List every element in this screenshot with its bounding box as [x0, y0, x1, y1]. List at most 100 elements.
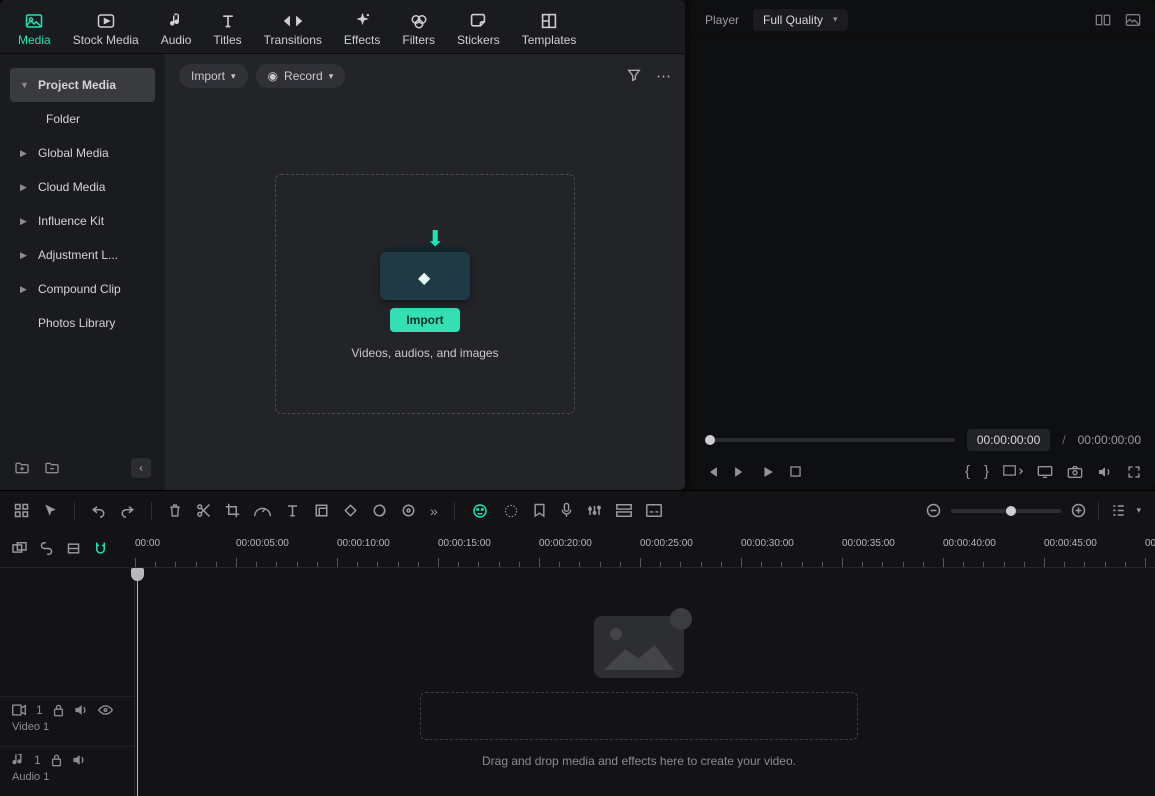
- audio-mixer-icon[interactable]: [587, 503, 602, 518]
- eye-icon[interactable]: [98, 704, 113, 716]
- import-dropzone[interactable]: ◆ ⬇ Import Videos, audios, and images: [275, 174, 575, 414]
- sidebar-item-label: Influence Kit: [38, 214, 104, 228]
- sidebar-item-compound-clip[interactable]: ▶Compound Clip: [10, 272, 155, 306]
- keyframe-icon[interactable]: [343, 503, 358, 518]
- step-back-icon[interactable]: [705, 465, 719, 479]
- nav-tab-transitions[interactable]: Transitions: [254, 6, 332, 53]
- nav-tab-templates[interactable]: Templates: [512, 6, 587, 53]
- sidebar-item-label: Adjustment L...: [38, 248, 118, 262]
- mark-in-icon[interactable]: {: [965, 463, 970, 480]
- crop-icon[interactable]: [225, 503, 240, 518]
- filter-icon[interactable]: [626, 67, 642, 85]
- timeline-view-icon[interactable]: [1111, 503, 1126, 518]
- sidebar-item-cloud-media[interactable]: ▶Cloud Media: [10, 170, 155, 204]
- import-button[interactable]: Import: [390, 308, 459, 332]
- nav-tab-stock-media[interactable]: Stock Media: [63, 6, 149, 53]
- volume-icon[interactable]: [1097, 465, 1113, 479]
- nav-tab-audio[interactable]: Audio: [151, 6, 202, 53]
- chevron-right-icon: ▶: [20, 216, 30, 227]
- mic-icon[interactable]: [560, 502, 573, 519]
- track-head-audio-1: 1 Audio 1: [0, 746, 134, 796]
- ruler-label: 00:00:35:00: [842, 538, 895, 549]
- record-label: Record: [284, 69, 323, 83]
- sidebar-item-folder[interactable]: Folder: [10, 102, 155, 136]
- nav-tab-filters[interactable]: Filters: [392, 6, 445, 53]
- remove-folder-icon[interactable]: [44, 460, 60, 476]
- picture-icon[interactable]: [1125, 13, 1141, 27]
- delete-icon[interactable]: [168, 503, 182, 518]
- track-number: 1: [36, 703, 43, 717]
- sidebar-item-global-media[interactable]: ▶Global Media: [10, 136, 155, 170]
- step-forward-icon[interactable]: [733, 465, 747, 479]
- nav-tab-label: Titles: [213, 33, 241, 47]
- compare-view-icon[interactable]: [1095, 13, 1111, 27]
- templates-icon: [541, 11, 557, 31]
- import-dropdown[interactable]: Import ▾: [179, 64, 248, 88]
- transition-icon: [283, 11, 303, 31]
- adjust-icon[interactable]: [401, 503, 416, 518]
- tracks-icon[interactable]: [616, 504, 632, 517]
- timeline-canvas[interactable]: + Drag and drop media and effects here t…: [135, 568, 1155, 796]
- sidebar-item-project-media[interactable]: ▼Project Media: [10, 68, 155, 102]
- zoom-in-icon[interactable]: [1071, 503, 1086, 518]
- lock-icon[interactable]: [53, 704, 64, 717]
- nav-tab-titles[interactable]: Titles: [203, 6, 251, 53]
- fullscreen-icon[interactable]: [1127, 465, 1141, 479]
- tl-magnet-icon[interactable]: [93, 541, 108, 556]
- sidebar-item-influence-kit[interactable]: ▶ Influence Kit: [10, 204, 155, 238]
- tl-lock-ratio-icon[interactable]: [66, 542, 81, 555]
- time-separator: /: [1062, 433, 1065, 447]
- collapse-sidebar-button[interactable]: ‹: [131, 458, 151, 478]
- chevron-right-icon: ▶: [20, 284, 30, 295]
- record-dropdown[interactable]: ◉ Record ▾: [256, 64, 346, 88]
- mask-icon[interactable]: [314, 503, 329, 518]
- timeline-ruler[interactable]: 00:0000:00:05:0000:00:10:0000:00:15:0000…: [135, 530, 1155, 567]
- tl-overlap-icon[interactable]: [12, 542, 27, 555]
- filters-icon: [410, 11, 428, 31]
- zoom-out-icon[interactable]: [926, 503, 941, 518]
- sparkle-icon: [354, 11, 371, 31]
- redo-icon[interactable]: [120, 503, 135, 518]
- monitor-icon[interactable]: [1037, 465, 1053, 479]
- timeline-dropzone[interactable]: [420, 692, 858, 740]
- text-tool-icon[interactable]: [285, 503, 300, 518]
- sidebar-item-adjustment-l-[interactable]: ▶ Adjustment L...: [10, 238, 155, 272]
- speed-icon[interactable]: [254, 504, 271, 517]
- lock-icon[interactable]: [51, 754, 62, 767]
- grid-tool-icon[interactable]: [14, 503, 29, 518]
- tl-link-icon[interactable]: [39, 542, 54, 555]
- timeline-add-media-thumb[interactable]: +: [594, 616, 684, 678]
- chevron-down-icon: ▾: [231, 71, 236, 82]
- nav-tab-media[interactable]: Media: [8, 6, 61, 53]
- ruler-label: 00:00:40:00: [943, 538, 996, 549]
- nav-tab-effects[interactable]: Effects: [334, 6, 390, 53]
- play-icon[interactable]: [761, 465, 775, 479]
- selection-tool-icon[interactable]: [43, 503, 58, 518]
- nav-tab-stickers[interactable]: Stickers: [447, 6, 510, 53]
- stop-icon[interactable]: [789, 465, 802, 478]
- split-icon[interactable]: [196, 503, 211, 518]
- ai-tool-icon[interactable]: [471, 502, 489, 520]
- chevron-right-icon: ▶: [20, 250, 30, 261]
- chevron-down-icon[interactable]: ▾: [1136, 505, 1141, 516]
- undo-icon[interactable]: [91, 503, 106, 518]
- new-folder-icon[interactable]: [14, 460, 30, 476]
- aspect-dropdown-icon[interactable]: [1003, 465, 1023, 479]
- player-scrubber[interactable]: [705, 438, 955, 442]
- render-icon[interactable]: [503, 503, 519, 519]
- mute-icon[interactable]: [74, 704, 88, 716]
- sidebar-item-photos-library[interactable]: Photos Library: [10, 306, 155, 340]
- more-icon[interactable]: ⋯: [656, 67, 671, 85]
- more-tools-icon[interactable]: »: [430, 503, 438, 519]
- ruler-label: 00:00:15:00: [438, 538, 491, 549]
- player-quality-select[interactable]: Full Quality ▾: [753, 9, 848, 31]
- ruler-label: 00:00: [135, 538, 160, 549]
- record-dot-icon: ◉: [268, 69, 278, 83]
- subtitle-icon[interactable]: [646, 504, 662, 517]
- zoom-slider[interactable]: [951, 509, 1061, 513]
- mark-out-icon[interactable]: }: [984, 463, 989, 480]
- snapshot-icon[interactable]: [1067, 465, 1083, 479]
- color-icon[interactable]: [372, 503, 387, 518]
- mute-icon[interactable]: [72, 754, 86, 766]
- marker-icon[interactable]: [533, 503, 546, 519]
